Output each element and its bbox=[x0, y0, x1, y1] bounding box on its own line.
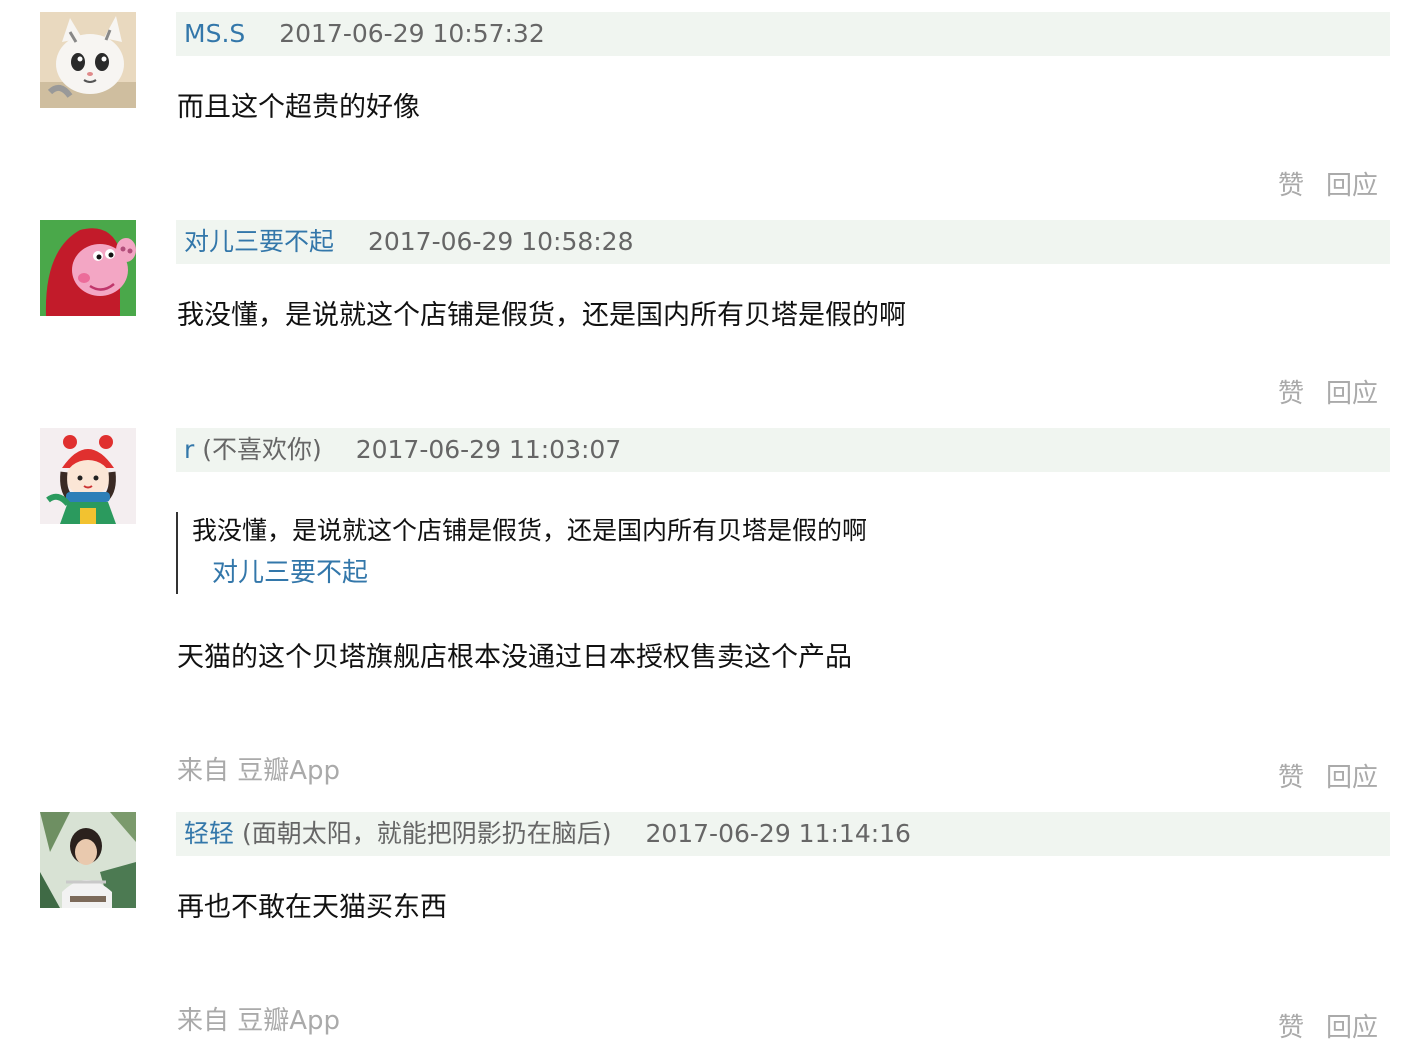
quoted-author-link[interactable]: 对儿三要不起 bbox=[212, 556, 368, 590]
comment-actions: 赞回应 bbox=[1278, 169, 1378, 203]
comment-text: 再也不敢在天猫买东西 bbox=[177, 892, 447, 923]
comment-source[interactable]: 来自 豆瓣App bbox=[177, 1004, 340, 1038]
cartoon-girl-avatar-icon[interactable] bbox=[40, 428, 136, 524]
like-button[interactable]: 赞 bbox=[1278, 171, 1304, 201]
peppa-pig-avatar-icon[interactable] bbox=[40, 220, 136, 316]
author-link[interactable]: 对儿三要不起 bbox=[184, 227, 334, 256]
comment-header: 轻轻 (面朝太阳，就能把阴影扔在脑后) 2017-06-29 11:14:16 bbox=[176, 812, 1390, 856]
comment-text: 而且这个超贵的好像 bbox=[177, 92, 420, 123]
chi-cat-avatar-icon[interactable] bbox=[40, 12, 136, 108]
quoted-reply: 我没懂，是说就这个店铺是假货，还是国内所有贝塔是假的啊 对儿三要不起 bbox=[176, 512, 1178, 594]
comment-actions: 赞回应 bbox=[1278, 761, 1378, 795]
comment-header: 对儿三要不起 2017-06-29 10:58:28 bbox=[176, 220, 1390, 264]
like-button[interactable]: 赞 bbox=[1278, 1013, 1304, 1043]
reply-button[interactable]: 回应 bbox=[1326, 763, 1378, 793]
like-button[interactable]: 赞 bbox=[1278, 379, 1304, 409]
comment-time: 2017-06-29 11:14:16 bbox=[645, 819, 911, 848]
comment-actions: 赞回应 bbox=[1278, 377, 1378, 411]
comment-header: MS.S 2017-06-29 10:57:32 bbox=[176, 12, 1390, 56]
comment-text: 我没懂，是说就这个店铺是假货，还是国内所有贝塔是假的啊 bbox=[177, 300, 906, 331]
photo-avatar-icon[interactable] bbox=[40, 812, 136, 908]
comment-header: r (不喜欢你) 2017-06-29 11:03:07 bbox=[176, 428, 1390, 472]
author-signature: (不喜欢你) bbox=[202, 435, 322, 464]
comment-text: 天猫的这个贝塔旗舰店根本没通过日本授权售卖这个产品 bbox=[177, 642, 852, 673]
author-link[interactable]: 轻轻 bbox=[184, 819, 234, 848]
reply-button[interactable]: 回应 bbox=[1326, 379, 1378, 409]
comment-source[interactable]: 来自 豆瓣App bbox=[177, 754, 340, 788]
author-signature: (面朝太阳，就能把阴影扔在脑后) bbox=[241, 819, 612, 848]
author-link[interactable]: MS.S bbox=[184, 19, 245, 48]
comment-time: 2017-06-29 11:03:07 bbox=[355, 435, 622, 464]
reply-button[interactable]: 回应 bbox=[1326, 1013, 1378, 1043]
comment-time: 2017-06-29 10:57:32 bbox=[279, 19, 545, 48]
author-link[interactable]: r bbox=[184, 435, 194, 464]
quoted-text: 我没懂，是说就这个店铺是假货，还是国内所有贝塔是假的啊 bbox=[192, 516, 868, 545]
reply-button[interactable]: 回应 bbox=[1326, 171, 1378, 201]
comment-actions: 赞回应 bbox=[1278, 1011, 1378, 1045]
comment-time: 2017-06-29 10:58:28 bbox=[367, 227, 634, 256]
like-button[interactable]: 赞 bbox=[1278, 763, 1304, 793]
